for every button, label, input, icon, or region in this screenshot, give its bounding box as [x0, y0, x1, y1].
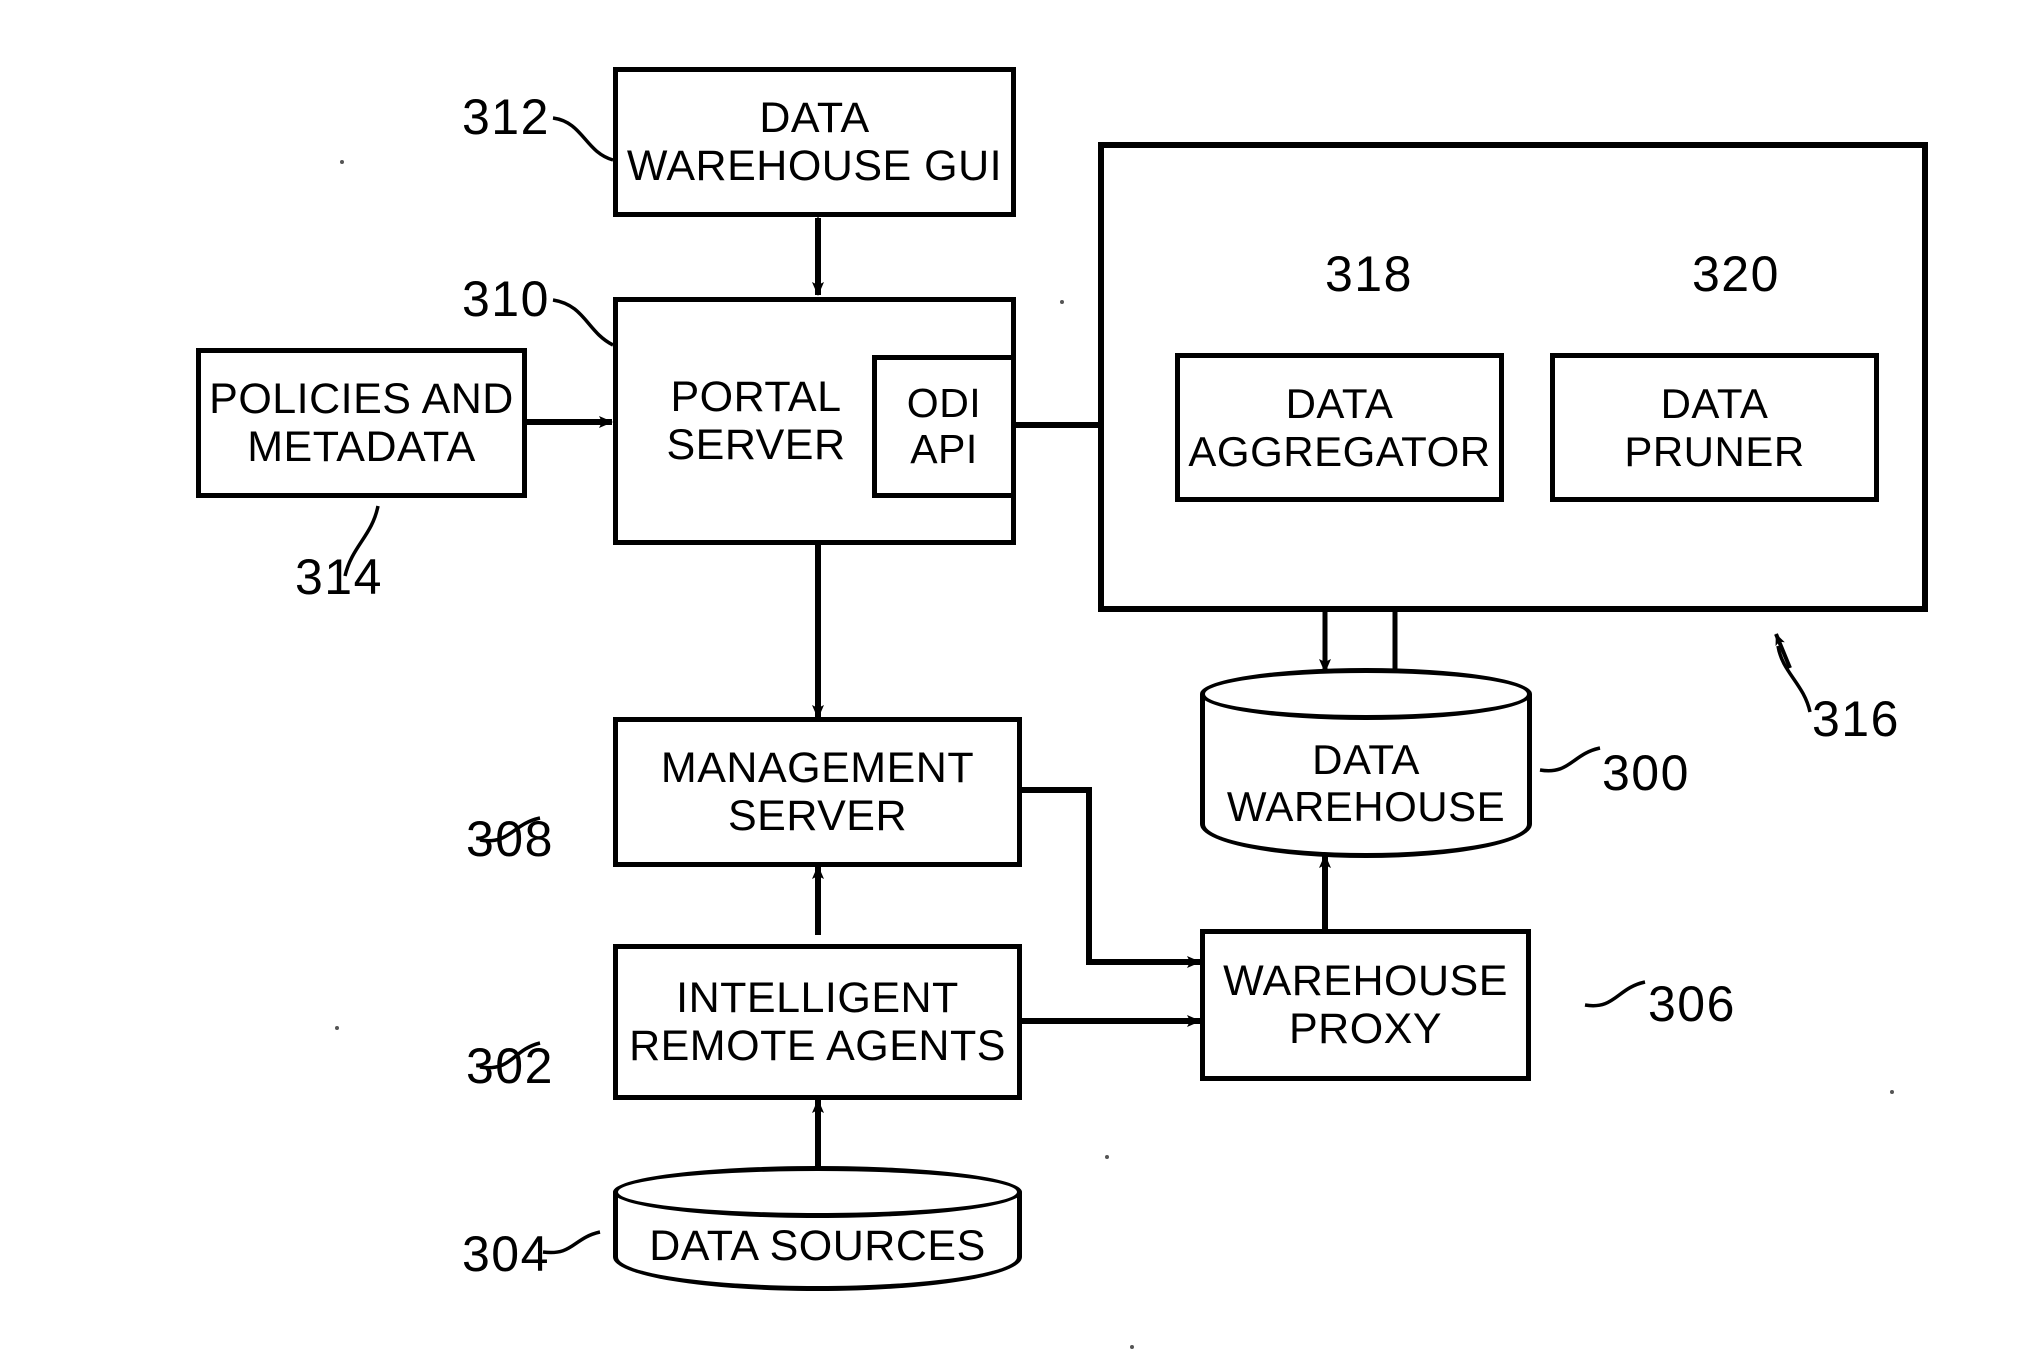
node-data-pruner-label: DATA PRUNER: [1624, 380, 1805, 475]
scan-speck: [1105, 1155, 1109, 1159]
refnum-304-label: 304: [462, 1226, 550, 1282]
node-data-sources[interactable]: DATA SOURCES: [613, 1166, 1022, 1291]
scan-speck: [1890, 1090, 1894, 1094]
refnum-304: 304: [462, 1225, 550, 1283]
node-warehouse-proxy[interactable]: WAREHOUSE PROXY: [1200, 929, 1531, 1081]
leader-316-arrowhead: [1774, 633, 1792, 669]
node-policies-and-metadata-label: POLICIES AND METADATA: [209, 374, 514, 471]
node-data-aggregator[interactable]: DATA AGGREGATOR: [1175, 353, 1504, 502]
node-data-warehouse[interactable]: DATA WAREHOUSE: [1200, 668, 1532, 858]
node-odi-api[interactable]: ODI API: [872, 355, 1016, 498]
node-data-aggregator-label: DATA AGGREGATOR: [1188, 380, 1491, 475]
refnum-312: 312: [462, 88, 550, 146]
refnum-306-label: 306: [1648, 976, 1736, 1032]
refnum-300: 300: [1602, 744, 1690, 802]
refnum-300-label: 300: [1602, 745, 1690, 801]
node-intelligent-remote-agents-label: INTELLIGENT REMOTE AGENTS: [629, 973, 1006, 1070]
scan-speck: [1060, 300, 1064, 304]
node-portal-server-label: PORTAL SERVER: [666, 372, 846, 469]
refnum-316: 316: [1812, 690, 1900, 748]
leader-312: [552, 116, 614, 162]
refnum-308: 308: [466, 810, 554, 868]
node-data-sources-label: DATA SOURCES: [649, 1222, 986, 1271]
refnum-320-label: 320: [1692, 246, 1780, 302]
refnum-308-label: 308: [466, 811, 554, 867]
refnum-310: 310: [462, 270, 550, 328]
scan-speck: [340, 160, 344, 164]
node-odi-api-label: ODI API: [906, 379, 982, 472]
refnum-314-label: 314: [295, 549, 383, 605]
leader-306: [1584, 980, 1646, 1008]
connector-management-proxy: [1022, 787, 1201, 968]
scan-speck: [1130, 1345, 1134, 1349]
figure-canvas: DATA WAREHOUSE GUI PORTAL SERVER ODI API…: [0, 0, 2044, 1362]
refnum-314: 314: [295, 548, 383, 606]
node-data-pruner[interactable]: DATA PRUNER: [1550, 353, 1879, 502]
node-data-warehouse-label: DATA WAREHOUSE: [1226, 735, 1506, 830]
scan-speck: [335, 1026, 339, 1030]
refnum-320: 320: [1692, 245, 1780, 303]
refnum-318-label: 318: [1325, 246, 1413, 302]
leader-300: [1539, 746, 1601, 773]
node-data-warehouse-gui-label: DATA WAREHOUSE GUI: [626, 93, 1003, 190]
node-management-server[interactable]: MANAGEMENT SERVER: [613, 717, 1022, 867]
refnum-318: 318: [1325, 245, 1413, 303]
refnum-310-label: 310: [462, 271, 550, 327]
refnum-316-label: 316: [1812, 691, 1900, 747]
refnum-312-label: 312: [462, 89, 550, 145]
leader-304: [542, 1230, 601, 1255]
leader-316: [1776, 645, 1812, 713]
node-intelligent-remote-agents[interactable]: INTELLIGENT REMOTE AGENTS: [613, 944, 1022, 1100]
refnum-302-label: 302: [466, 1038, 554, 1094]
leader-310: [552, 298, 614, 347]
node-policies-and-metadata[interactable]: POLICIES AND METADATA: [196, 348, 527, 498]
node-warehouse-proxy-label: WAREHOUSE PROXY: [1223, 956, 1508, 1053]
node-management-server-label: MANAGEMENT SERVER: [660, 743, 975, 840]
node-data-warehouse-gui[interactable]: DATA WAREHOUSE GUI: [613, 67, 1016, 217]
refnum-302: 302: [466, 1037, 554, 1095]
refnum-306: 306: [1648, 975, 1736, 1033]
